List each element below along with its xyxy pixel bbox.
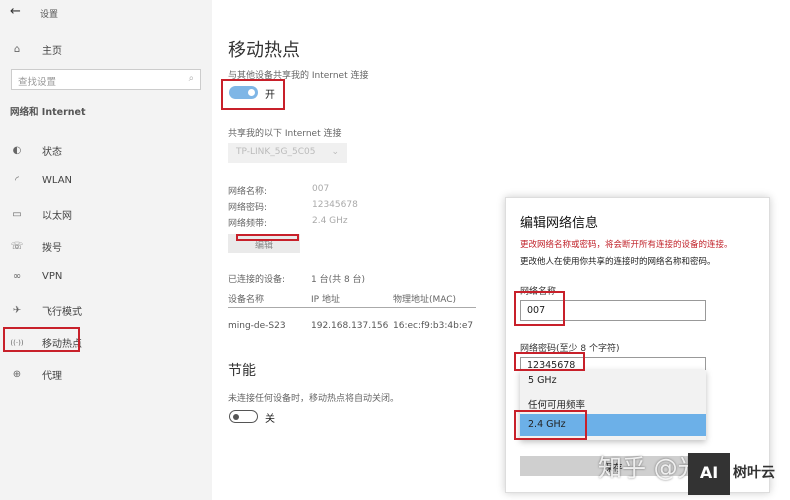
watermark: 知乎 @光	[598, 454, 702, 482]
prop-value: 12345678	[312, 200, 358, 210]
airplane-icon: ✈	[12, 305, 22, 316]
power-toggle-state: 关	[265, 414, 275, 425]
highlight-box	[236, 234, 299, 241]
page-title: 移动热点	[228, 40, 300, 61]
sidebar-item-label: 代理	[42, 371, 62, 382]
props-list: 网络名称: 007 网络密码: 12345678 网络频带: 2.4 GHz	[228, 184, 358, 232]
prop-key: 网络名称:	[228, 187, 268, 197]
wifi-icon: ◜	[15, 175, 19, 186]
section-heading: 网络和 Internet	[10, 107, 86, 118]
highlight-box	[221, 79, 285, 110]
connected-label: 已连接的设备:	[228, 275, 286, 285]
power-desc: 未连接任何设备时，移动热点将自动关闭。	[228, 394, 400, 404]
highlight-box	[3, 327, 80, 352]
highlight-box	[514, 352, 585, 371]
connection-select[interactable]: TP-LINK_5G_5C05 ⌄	[228, 143, 347, 163]
dialup-icon: ☏	[10, 241, 24, 252]
vpn-icon: ∞	[12, 271, 22, 282]
search-icon: ⌕	[188, 73, 194, 84]
prop-key: 网络密码:	[228, 203, 268, 213]
highlight-box	[514, 291, 565, 326]
home-icon: ⌂	[13, 44, 21, 55]
ethernet-icon: ▭	[12, 209, 22, 220]
device-table-header: 设备名称 IP 地址 物理地址(MAC)	[228, 292, 476, 308]
watermark-logo-text: 树叶云	[733, 465, 775, 481]
dialog-title: 编辑网络信息	[520, 216, 599, 231]
sidebar-item-3[interactable]: ☏ 拨号	[10, 239, 62, 254]
sidebar-item-4[interactable]: ∞ VPN	[10, 271, 63, 282]
device-mac: 16:ec:f9:b3:4b:e7	[393, 321, 474, 331]
prop-value: 2.4 GHz	[312, 216, 348, 226]
sidebar-item-2[interactable]: ▭ 以太网	[10, 207, 72, 222]
column-header: 设备名称	[228, 295, 265, 305]
device-name: ming-de-S23	[228, 321, 286, 331]
power-toggle[interactable]	[229, 410, 258, 423]
dialog-warning: 更改网络名称或密码，将会断开所有连接的设备的连接。	[520, 240, 733, 250]
device-ip: 192.168.137.156	[311, 321, 389, 331]
prop-key: 网络频带:	[228, 219, 268, 229]
sidebar-item-label: 状态	[42, 147, 62, 158]
column-header: IP 地址	[311, 295, 340, 305]
watermark-logo: AI	[688, 453, 730, 495]
prop-value: 007	[312, 184, 330, 194]
proxy-globe-icon: ⊕	[12, 369, 22, 380]
sidebar-item-label: VPN	[42, 271, 63, 282]
sidebar-item-0[interactable]: ◐ 状态	[10, 143, 62, 158]
search-placeholder: 查找设置	[18, 77, 57, 88]
sidebar-item-home[interactable]: ⌂ 主页	[10, 42, 62, 57]
dialog-desc: 更改他人在使用你共享的连接时的网络名称和密码。	[520, 257, 716, 267]
highlight-box	[514, 410, 587, 440]
select-value: TP-LINK_5G_5C05	[236, 147, 316, 157]
column-header: 物理地址(MAC)	[393, 295, 457, 305]
search-input[interactable]: 查找设置 ⌕	[11, 69, 201, 90]
sidebar-item-7[interactable]: ⊕ 代理	[10, 367, 62, 382]
sidebar-item-1[interactable]: ◜ WLAN	[10, 175, 72, 186]
sidebar-item-label: 以太网	[42, 211, 72, 222]
sidebar-item-5[interactable]: ✈ 飞行模式	[10, 303, 82, 318]
connected-value: 1 台(共 8 台)	[311, 275, 366, 285]
sidebar-item-label: 飞行模式	[42, 307, 82, 318]
back-arrow-icon[interactable]: ←	[10, 4, 21, 19]
table-row: ming-de-S23 192.168.137.156 16:ec:f9:b3:…	[228, 321, 476, 335]
share-from-label: 共享我的以下 Internet 连接	[228, 129, 342, 139]
app-title: 设置	[40, 10, 59, 20]
sidebar-item-label: WLAN	[42, 175, 73, 186]
band-option[interactable]: 5 GHz	[520, 370, 706, 392]
sidebar-item-label: 拨号	[42, 243, 62, 254]
power-title: 节能	[228, 363, 256, 379]
sidebar: ← 设置 ⌂ 主页 查找设置 ⌕ 网络和 Internet ◐ 状态 ◜ WLAN ▭ 以…	[0, 0, 212, 500]
chevron-down-icon: ⌄	[331, 147, 339, 157]
globe-status-icon: ◐	[12, 145, 22, 156]
sidebar-item-label: 主页	[42, 46, 62, 57]
